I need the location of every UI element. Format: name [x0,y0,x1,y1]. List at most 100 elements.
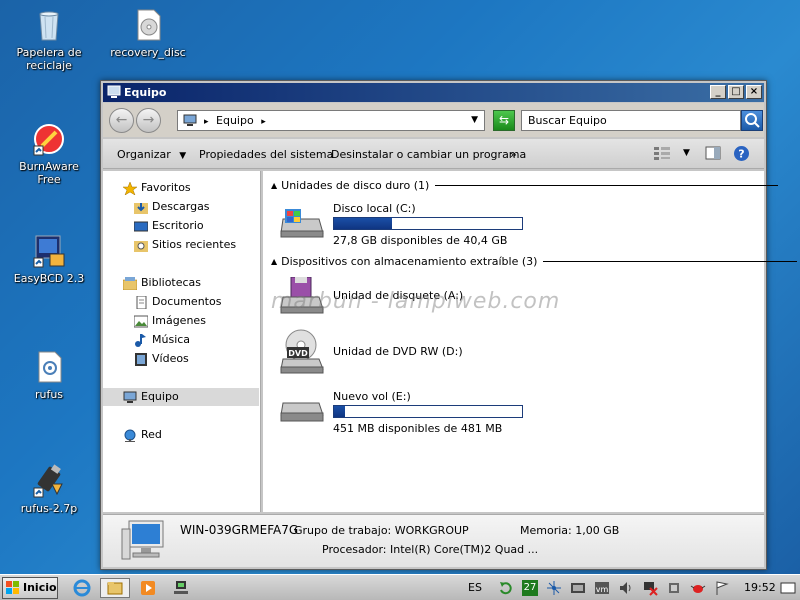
organize-button[interactable]: Organizar ▼ [117,148,186,161]
nav-item-documentos[interactable]: Documentos [103,293,259,311]
search-input[interactable]: Buscar Equipo [521,110,741,131]
chevron-down-icon: ▼ [179,151,187,161]
action-center-flag-icon[interactable] [714,580,730,596]
computer-icon [183,114,197,133]
nav-item-imagenes[interactable]: Imágenes [103,312,259,330]
internet-explorer-icon [73,579,91,597]
desktop-icon-recovery-disc[interactable]: recovery_disc [106,8,190,59]
tray-app-icon[interactable] [570,580,586,596]
refresh-button[interactable]: ⇆ [493,110,515,131]
change-view-button[interactable] [653,146,671,163]
help-button[interactable]: ? [733,145,750,165]
breadcrumb-dropdown-icon[interactable]: ▸ [261,117,266,127]
nav-network[interactable]: Red [103,426,259,444]
details-pane: WIN-039GRMEFA7G Grupo de trabajo: WORKGR… [103,514,764,567]
start-button[interactable]: Inicio [2,577,58,599]
network-icon [123,429,137,442]
content-pane: ▲ Unidades de disco duro (1) Disco local… [263,171,798,512]
usb-drive-icon [32,464,66,498]
preview-pane-button[interactable] [705,146,721,163]
address-dropdown-icon[interactable]: ▼ [471,111,478,130]
back-button[interactable]: ← [109,108,134,133]
computer-icon [123,391,137,404]
search-button[interactable] [741,110,763,131]
tray-chip-icon[interactable] [666,580,682,596]
organize-label: Organizar [117,148,171,161]
view-dropdown-icon[interactable]: ▼ [683,148,690,158]
uninstall-program-button[interactable]: Desinstalar o cambiar un programa [331,148,526,161]
desktop-icon-label: BurnAware Free [19,160,79,186]
drive-free-space: 27,8 GB disponibles de 40,4 GB [333,234,508,247]
drive-free-space: 451 MB disponibles de 481 MB [333,422,503,435]
help-icon: ? [734,146,749,161]
search-placeholder: Buscar Equipo [528,114,607,127]
taskbar-media-player[interactable] [133,578,163,598]
forward-button[interactable]: → [136,108,161,133]
search-icon [745,113,760,128]
processor-text: Procesador: Intel(R) Core(TM)2 Quad ... [322,543,539,556]
taskbar-explorer[interactable] [100,578,130,598]
computer-name: WIN-039GRMEFA7G [180,523,299,537]
drive-c[interactable]: Disco local (C:) 27,8 GB disponibles de … [279,201,759,247]
drive-name: Unidad de disquete (A:) [333,289,464,302]
desktop-icon-label: Papelera de reciclaje [16,46,82,72]
nav-item-escritorio[interactable]: Escritorio [103,217,259,235]
taskbar-network-app[interactable] [166,578,196,598]
network-disconnected-icon[interactable] [642,580,658,596]
tray-bug-icon[interactable] [690,580,706,596]
maximize-button[interactable]: □ [728,85,744,99]
address-bar[interactable]: ▸ Equipo ▸ ▼ [177,110,485,131]
desktop-icon-label: recovery_disc [110,46,186,59]
address-toolbar: ← → ▸ Equipo ▸ ▼ ⇆ Buscar Equipo [103,103,764,137]
taskbar-internet-explorer[interactable] [67,578,97,598]
group-divider [435,185,779,186]
nav-item-sitios-recientes[interactable]: Sitios recientes [103,236,259,254]
desktop-icon-rufus[interactable]: rufus [7,350,91,401]
window-titlebar[interactable]: Equipo _ □ × [103,83,764,102]
desktop-icon-rufus-2-7p[interactable]: rufus-2.7p [7,464,91,515]
breadcrumb-location[interactable]: Equipo [216,114,254,127]
preview-pane-icon [705,146,721,160]
close-button[interactable]: × [746,85,762,99]
drive-name: Nuevo vol (E:) [333,390,411,403]
collapse-icon: ▲ [271,181,278,190]
system-properties-button[interactable]: Propiedades del sistema [199,148,333,161]
tray-date-badge[interactable]: 27 [522,580,538,596]
nav-libraries[interactable]: Bibliotecas [103,274,259,292]
desktop-icon-recycle-bin[interactable]: Papelera de reciclaje [7,8,91,72]
minimize-button[interactable]: _ [710,85,726,99]
group-header-hard-drives[interactable]: ▲ Unidades de disco duro (1) [271,179,779,192]
clock[interactable]: 19:52 [744,581,776,594]
group-divider [543,261,798,262]
view-options-icon [654,147,670,160]
drive-d[interactable]: DVD Unidad de DVD RW (D:) [279,329,759,377]
drive-name: Disco local (C:) [333,202,416,215]
nav-favorites[interactable]: Favoritos [103,179,259,197]
desktop-icon-burnaware[interactable]: BurnAware Free [7,122,91,186]
star-icon [122,181,138,196]
windows-logo-icon [6,581,20,600]
breadcrumb-separator[interactable]: ▸ [204,117,209,127]
language-indicator[interactable]: ES [468,581,482,594]
group-header-removable[interactable]: ▲ Dispositivos con almacenamiento extraí… [271,255,798,268]
nav-item-label: Escritorio [152,219,204,232]
more-commands-button[interactable]: » [510,148,517,161]
nav-item-descargas[interactable]: Descargas [103,198,259,216]
tray-vm-icon[interactable]: vm [594,580,610,596]
memory-text: Memoria: 1,00 GB [520,524,620,537]
nav-item-musica[interactable]: Música [103,331,259,349]
drive-a[interactable]: Unidad de disquete (A:) [279,275,759,319]
nav-computer[interactable]: Equipo [103,388,259,406]
drive-usage-fill [334,406,346,417]
show-desktop-button[interactable] [780,580,796,596]
nav-item-label: Vídeos [152,352,189,365]
drive-e[interactable]: Nuevo vol (E:) 451 MB disponibles de 481… [279,389,759,435]
nav-item-videos[interactable]: Vídeos [103,350,259,368]
computer-large-icon [121,519,167,566]
tray-network-icon[interactable] [546,580,562,596]
tray-refresh-icon[interactable] [498,580,514,596]
document-icon [134,295,148,310]
speaker-icon[interactable] [618,580,634,596]
desktop-icon-easybcd[interactable]: EasyBCD 2.3 [7,234,91,285]
dvd-drive-icon: DVD [279,329,325,378]
